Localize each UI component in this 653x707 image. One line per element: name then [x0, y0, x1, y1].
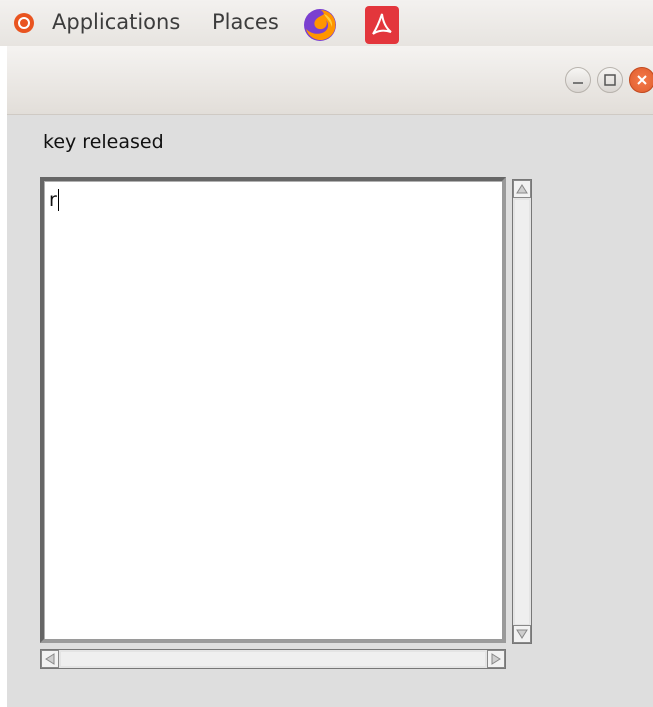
status-label: key released	[43, 131, 164, 153]
vertical-scrollbar[interactable]	[512, 179, 532, 644]
minimize-button[interactable]	[565, 67, 591, 93]
scroll-right-button[interactable]	[487, 650, 505, 668]
horizontal-scrollbar[interactable]	[40, 649, 506, 669]
top-panel: Applications Places	[0, 0, 653, 46]
scroll-up-button[interactable]	[513, 180, 531, 198]
text-area[interactable]: r	[40, 177, 506, 643]
window-titlebar[interactable]	[7, 46, 653, 115]
firefox-icon[interactable]	[302, 7, 338, 43]
scroll-down-button[interactable]	[513, 625, 531, 643]
applications-menu[interactable]: Applications	[52, 10, 180, 34]
ubuntu-logo-icon[interactable]	[14, 13, 34, 33]
window-content: key released r	[7, 115, 653, 707]
places-menu[interactable]: Places	[212, 10, 279, 34]
scroll-left-button[interactable]	[41, 650, 59, 668]
maximize-button[interactable]	[597, 67, 623, 93]
vertical-scroll-track[interactable]	[515, 200, 529, 624]
close-button[interactable]	[629, 67, 653, 93]
text-caret	[58, 189, 59, 211]
horizontal-scroll-track[interactable]	[61, 652, 485, 666]
text-area-value: r	[49, 189, 57, 211]
pdf-reader-icon[interactable]	[365, 6, 399, 44]
